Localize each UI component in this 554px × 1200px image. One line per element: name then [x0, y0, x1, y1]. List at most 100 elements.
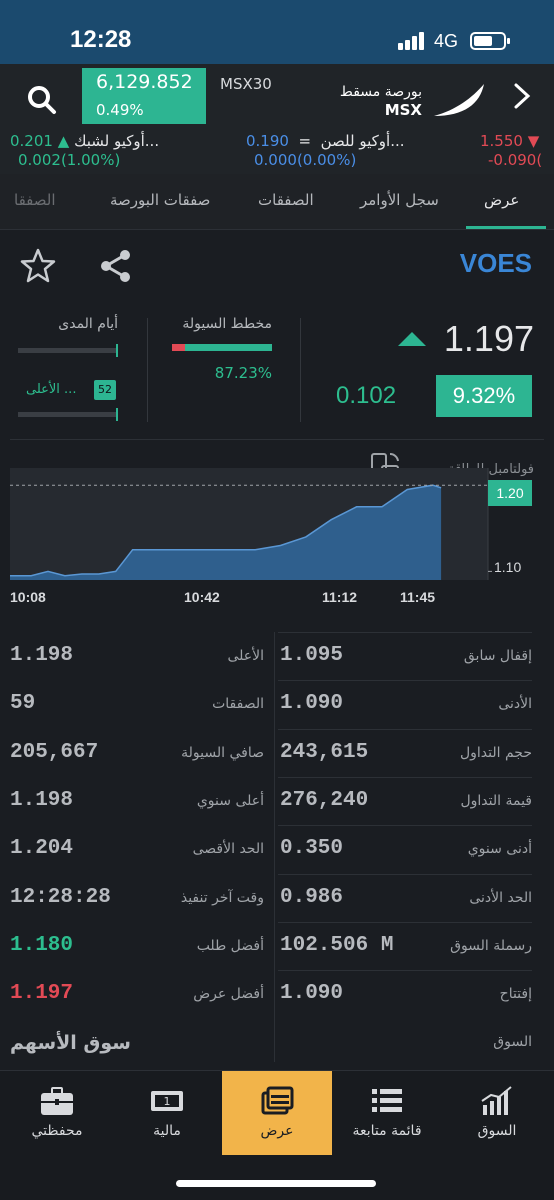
- divider: [300, 318, 301, 422]
- high-52-row: الأعلى ... 52: [18, 380, 118, 402]
- stat-row: 205,667 صافي السيولة 243,615 حجم التداول: [0, 728, 554, 777]
- stat-value: 1.090: [280, 692, 344, 716]
- exchange-logo: [434, 84, 484, 116]
- home-indicator: [176, 1180, 376, 1187]
- stat-value: 1.095: [280, 644, 344, 667]
- stat-label: أدنى سنوي: [467, 841, 532, 858]
- cash-icon: 1: [151, 1091, 183, 1111]
- stat-value: 12:28:28: [10, 885, 111, 909]
- liquidity-label: مخطط السيولة: [182, 316, 272, 332]
- chart-x-tick: 10:08: [10, 589, 46, 605]
- nav-market[interactable]: السوق: [442, 1071, 552, 1155]
- stat-value: 102.506 M: [280, 933, 394, 957]
- row-divider: [278, 825, 532, 827]
- stat-row: 12:28:28 وقت آخر تنفيذ 0.986 الحد الأدنى: [0, 873, 554, 922]
- stat-value: 1.198: [10, 644, 74, 667]
- index-value: 6,129.852: [96, 71, 193, 93]
- ticker-item[interactable]: 0.190 = أوكيو للصن...: [246, 132, 405, 150]
- nav-portfolio[interactable]: محفظتي: [2, 1071, 112, 1155]
- index-name: MSX30: [220, 75, 272, 93]
- market-label: السوق: [493, 1034, 532, 1050]
- briefcase-icon: [41, 1087, 73, 1115]
- market-value: سوق الأسهم: [10, 1032, 131, 1054]
- stat-row: 1.197 أفضل عرض 1.090 إفتتاح: [0, 970, 554, 1018]
- nav-label: قائمة متابعة: [352, 1123, 422, 1139]
- ticker-price: 1.550: [480, 132, 523, 150]
- stat-label: أفضل عرض: [193, 986, 264, 1003]
- row-divider: [278, 632, 532, 633]
- stat-label: رسملة السوق: [450, 937, 532, 954]
- stat-value: 0.350: [280, 837, 344, 861]
- stat-row: 1.180 أفضل طلب 102.506 M رسملة السوق: [0, 921, 554, 970]
- brand-name-en: MSX: [384, 101, 422, 119]
- ticker-item[interactable]: 0.201 ▲ أوكيو لشبك...: [10, 132, 159, 150]
- market-row: سوق الأسهم السوق: [0, 1018, 554, 1066]
- range-bar-52: [18, 408, 118, 421]
- range-label: أيام المدى: [58, 316, 118, 332]
- liquidity-bar: [172, 344, 272, 351]
- range-bar: [18, 344, 118, 357]
- nav-finance[interactable]: 1 مالية: [112, 1071, 222, 1155]
- down-arrow-icon: ▼: [527, 132, 540, 150]
- nav-label: عرض: [260, 1123, 294, 1139]
- index-box[interactable]: 6,129.852 0.49%: [82, 68, 206, 124]
- stat-label: صافي السيولة: [181, 744, 264, 761]
- stat-row: 1.198 الأعلى 1.095 إقفال سابق: [0, 632, 554, 680]
- svg-text:1: 1: [164, 1095, 171, 1108]
- up-arrow-icon: [398, 332, 426, 346]
- stat-value: 205,667: [10, 740, 99, 764]
- stat-label: وقت آخر تنفيذ: [180, 889, 264, 906]
- tab-view[interactable]: عرض: [484, 191, 519, 209]
- star-icon[interactable]: [18, 246, 58, 286]
- stat-row: 59 الصفقات 1.090 الأدنى: [0, 680, 554, 728]
- row-divider: [278, 776, 532, 778]
- chart-y-tick-current: 1.20: [488, 480, 532, 506]
- stat-label: إفتتاح: [499, 986, 532, 1003]
- stat-value: 243,615: [280, 740, 369, 764]
- ticker-change: 0.002(1.00%): [18, 151, 121, 169]
- stat-value: 1.180: [10, 933, 74, 957]
- window-icon: [261, 1086, 294, 1115]
- last-price: 1.197: [443, 318, 534, 359]
- ticker-name: أوكيو للصن...: [320, 132, 405, 150]
- stat-label: قيمة التداول: [460, 792, 532, 809]
- price-change: 0.102: [336, 382, 397, 409]
- tab-more[interactable]: الصفقا: [14, 191, 74, 209]
- row-divider: [278, 921, 532, 923]
- active-tab-indicator: [466, 226, 546, 229]
- signal-icon: [398, 32, 428, 50]
- stat-label: الأعلى: [227, 648, 264, 664]
- nav-label: مالية: [153, 1123, 181, 1139]
- nav-view[interactable]: عرض: [222, 1071, 332, 1155]
- last-price-row: 1.197: [398, 318, 534, 359]
- stat-label: حجم التداول: [459, 744, 532, 761]
- tab-market-trades[interactable]: صفقات البورصة: [110, 191, 210, 209]
- chart-icon: [481, 1086, 512, 1115]
- price-chart[interactable]: [10, 468, 544, 608]
- ticker-price: 0.190: [246, 132, 289, 150]
- chart-x-tick: 10:42: [184, 589, 220, 605]
- chevron-right-icon[interactable]: [510, 82, 534, 110]
- battery-icon: [470, 32, 510, 50]
- list-icon: [372, 1089, 402, 1112]
- high-52-badge: 52: [94, 380, 116, 400]
- stat-row: 1.198 أعلى سنوي 276,240 قيمة التداول: [0, 776, 554, 825]
- nav-label: السوق: [477, 1123, 517, 1139]
- high-label: الأعلى ...: [26, 382, 77, 397]
- nav-watchlist[interactable]: قائمة متابعة: [332, 1071, 442, 1155]
- ticker-price: 0.201: [10, 132, 53, 150]
- stat-label: الحد الأدنى: [469, 889, 532, 906]
- stat-value: 0.986: [280, 885, 344, 909]
- ticker-item[interactable]: 1.550 ▼: [480, 132, 539, 150]
- ticker-name: أوكيو لشبك...: [74, 132, 160, 150]
- tab-order-book[interactable]: سجل الأوامر: [360, 191, 439, 209]
- stat-label: أعلى سنوي: [196, 792, 264, 809]
- section-divider: [10, 439, 544, 440]
- stat-label: الأدنى: [498, 696, 532, 713]
- tab-trades[interactable]: الصفقات: [258, 191, 314, 209]
- status-time: 12:28: [70, 26, 132, 53]
- stat-value: 276,240: [280, 788, 369, 812]
- search-button[interactable]: [22, 80, 62, 120]
- share-icon[interactable]: [96, 246, 136, 286]
- search-icon: [28, 86, 56, 114]
